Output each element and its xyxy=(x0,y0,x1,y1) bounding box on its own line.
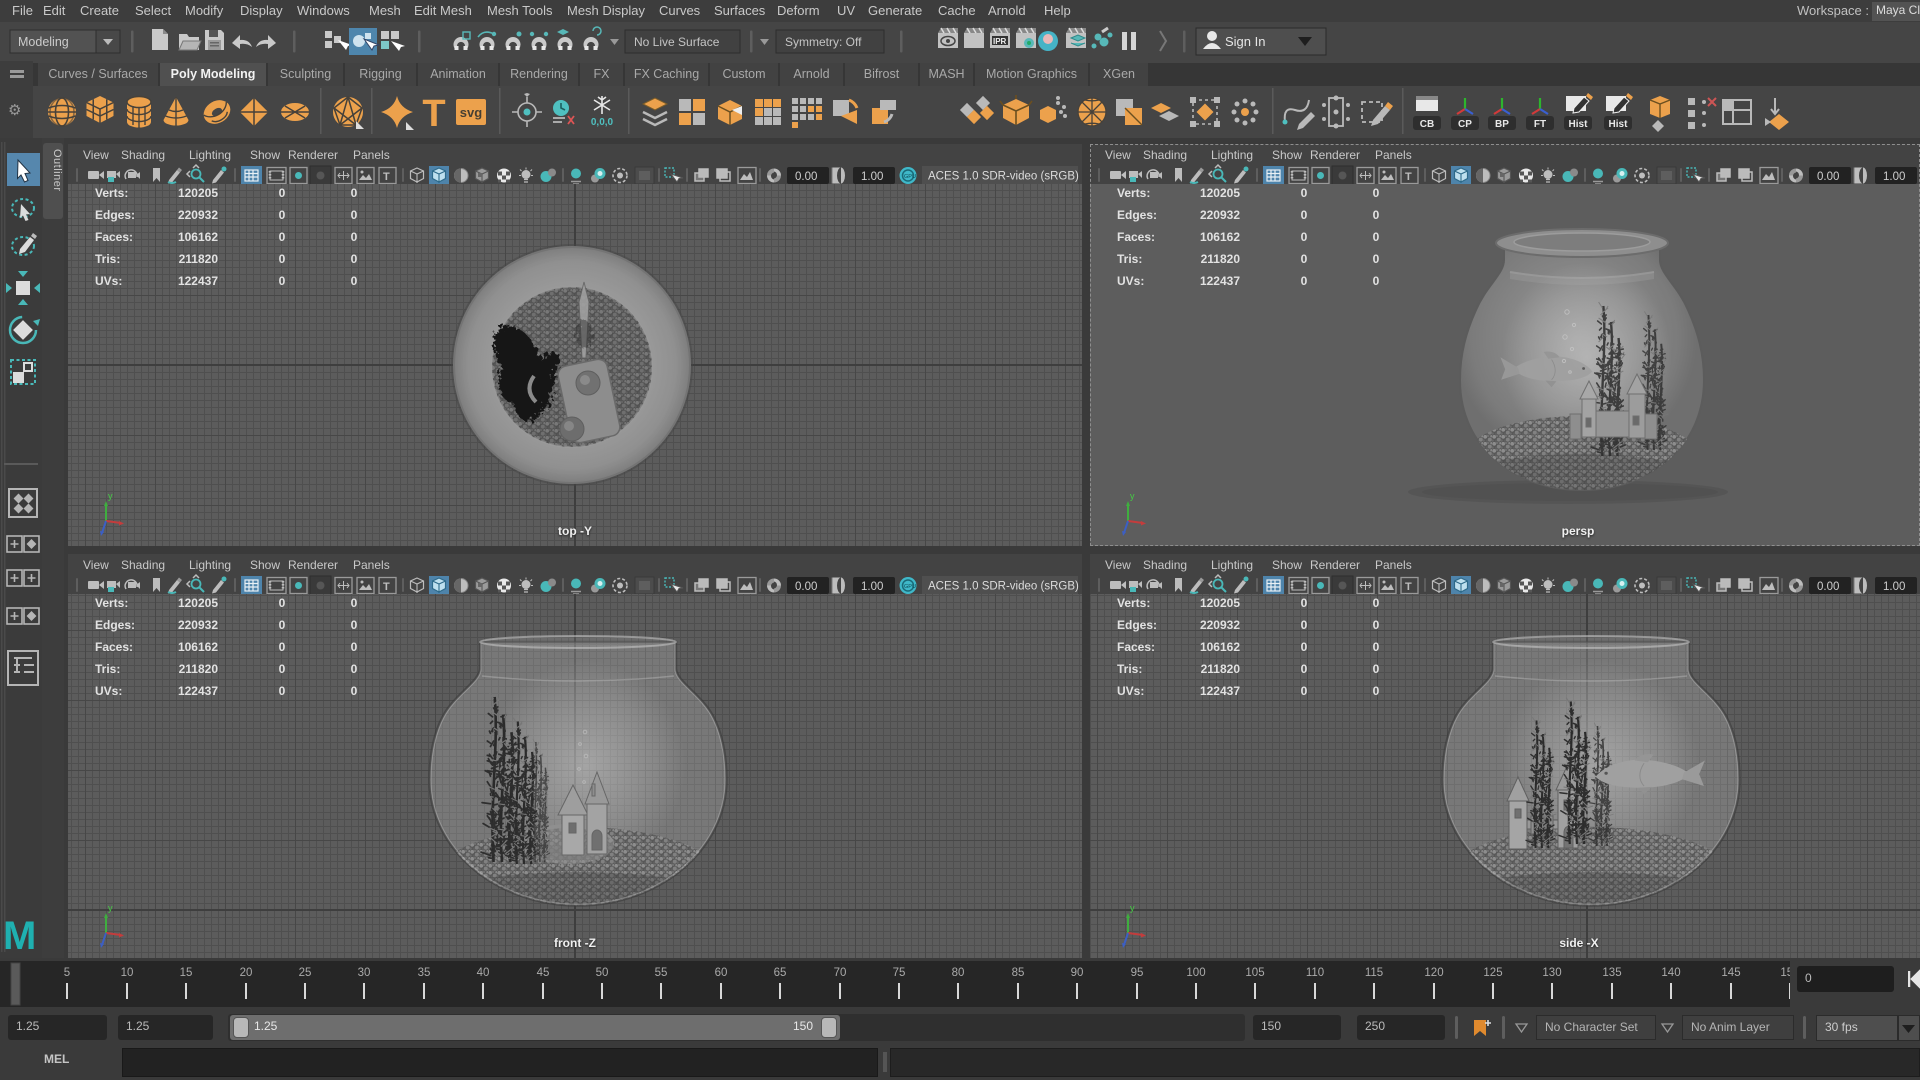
svg-text:Hist: Hist xyxy=(1569,119,1589,130)
svg-text:45: 45 xyxy=(537,967,550,979)
svg-text:25: 25 xyxy=(299,967,312,979)
svg-text:M: M xyxy=(3,914,36,958)
svg-text:IPR: IPR xyxy=(993,37,1007,46)
svg-text:svg: svg xyxy=(460,105,482,120)
svg-text:100: 100 xyxy=(1186,967,1205,979)
svg-text:FT: FT xyxy=(1534,119,1546,130)
svg-text:Sign In: Sign In xyxy=(1225,34,1265,49)
svg-text:95: 95 xyxy=(1131,967,1144,979)
svg-text:145: 145 xyxy=(1721,967,1740,979)
svg-text:60: 60 xyxy=(715,967,728,979)
svg-text:Modeling: Modeling xyxy=(18,35,69,49)
svg-text:0,0,0: 0,0,0 xyxy=(591,117,614,128)
svg-text:135: 135 xyxy=(1602,967,1621,979)
svg-text:130: 130 xyxy=(1542,967,1561,979)
svg-text:105: 105 xyxy=(1245,967,1264,979)
svg-text:30: 30 xyxy=(358,967,371,979)
svg-text:75: 75 xyxy=(893,967,906,979)
svg-text:T: T xyxy=(422,93,445,135)
svg-text:55: 55 xyxy=(655,967,668,979)
svg-text:140: 140 xyxy=(1661,967,1680,979)
svg-text:10: 10 xyxy=(121,967,134,979)
svg-text:110: 110 xyxy=(1306,967,1324,979)
svg-text:BP: BP xyxy=(1495,119,1509,130)
svg-text:No Live Surface: No Live Surface xyxy=(634,35,720,49)
svg-text:80: 80 xyxy=(952,967,965,979)
svg-text:50: 50 xyxy=(596,967,609,979)
svg-text:Hist: Hist xyxy=(1609,119,1629,130)
svg-text:70: 70 xyxy=(834,967,847,979)
svg-text:CB: CB xyxy=(1420,119,1434,130)
svg-text:Symmetry: Off: Symmetry: Off xyxy=(785,35,862,49)
svg-text:150: 150 xyxy=(1780,967,1790,979)
svg-text:85: 85 xyxy=(1012,967,1025,979)
svg-text:65: 65 xyxy=(774,967,787,979)
svg-text:115: 115 xyxy=(1365,967,1383,979)
svg-text:5: 5 xyxy=(64,967,70,979)
svg-text:125: 125 xyxy=(1483,967,1502,979)
svg-text:15: 15 xyxy=(180,967,193,979)
svg-text:90: 90 xyxy=(1071,967,1084,979)
svg-text:40: 40 xyxy=(477,967,490,979)
svg-text:CP: CP xyxy=(1458,119,1472,130)
svg-text:20: 20 xyxy=(240,967,253,979)
svg-text:35: 35 xyxy=(418,967,431,979)
svg-text:120: 120 xyxy=(1424,967,1443,979)
